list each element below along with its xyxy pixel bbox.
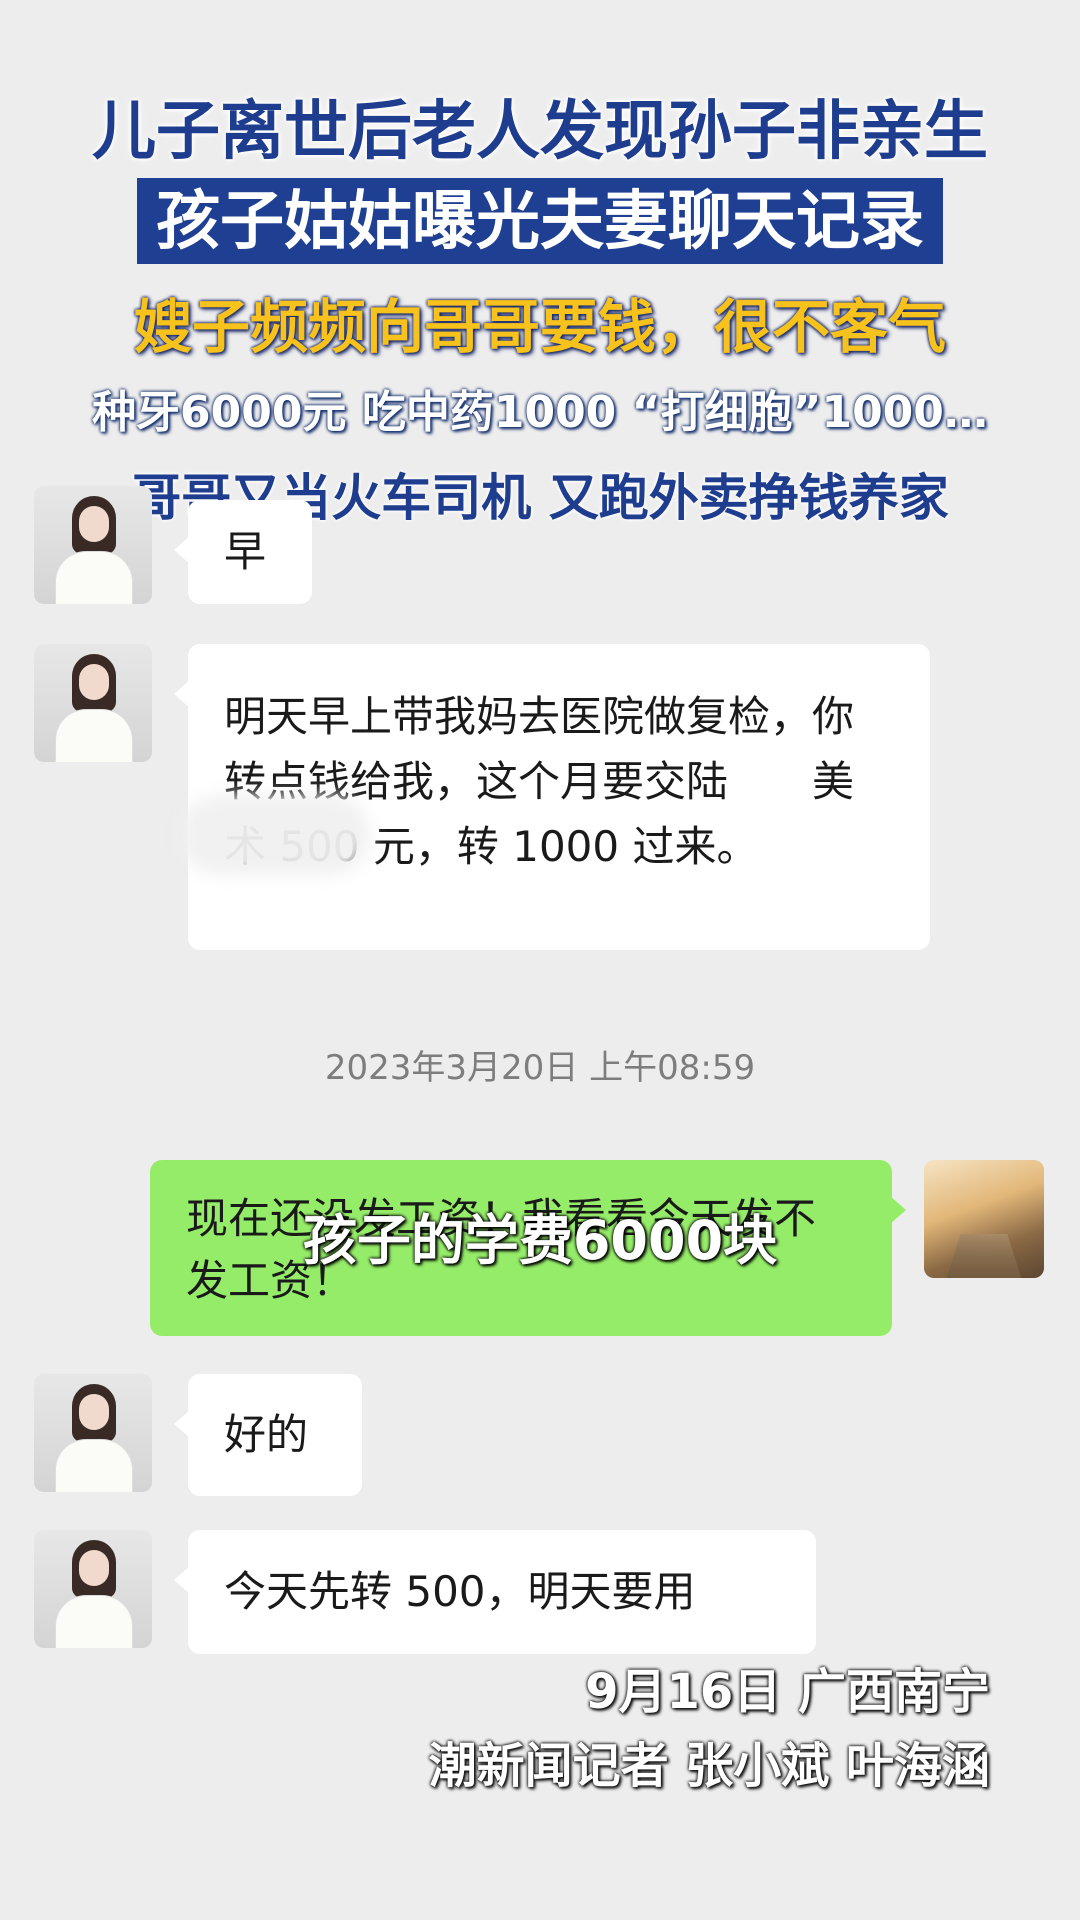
chat-timestamp: 2023年3月20日 上午08:59 — [324, 1048, 756, 1088]
chat-screenshot: 儿子离世后老人发现孙子非亲生 孩子姑姑曝光夫妻聊天记录 嫂子频频向哥哥要钱，很不… — [0, 0, 1080, 1920]
news-reporters: 潮新闻记者 张小斌 叶海涵 — [428, 1738, 990, 1794]
contact-avatar[interactable] — [34, 1374, 152, 1492]
contact-avatar[interactable] — [34, 486, 152, 604]
headline-line-5: 哥哥又当火车司机 又跑外卖挣钱养家 — [131, 469, 949, 527]
blur-redaction — [180, 795, 370, 875]
news-dateline: 9月16日 广西南宁 — [585, 1664, 990, 1720]
contact-avatar[interactable] — [34, 1530, 152, 1648]
headline-line-1: 儿子离世后老人发现孙子非亲生 — [92, 95, 988, 169]
video-caption: 孩子的学费6000块 — [302, 1209, 778, 1272]
message-text: 好的 — [224, 1410, 309, 1459]
contact-avatar[interactable] — [34, 644, 152, 762]
message-bubble[interactable]: 好的 — [174, 1374, 362, 1496]
headline-line-3: 嫂子频频向哥哥要钱，很不客气 — [133, 293, 946, 361]
message-text: 早 — [224, 527, 267, 576]
headline-line-4: 种牙6000元 吃中药1000 “打细胞”1000… — [92, 387, 988, 438]
message-bubble[interactable]: 早 — [174, 500, 312, 604]
message-bubble[interactable]: 今天先转 500，明天要用 — [174, 1530, 816, 1654]
headline-line-2: 孩子姑姑曝光夫妻聊天记录 — [156, 185, 924, 259]
message-text: 今天先转 500，明天要用 — [224, 1567, 696, 1616]
